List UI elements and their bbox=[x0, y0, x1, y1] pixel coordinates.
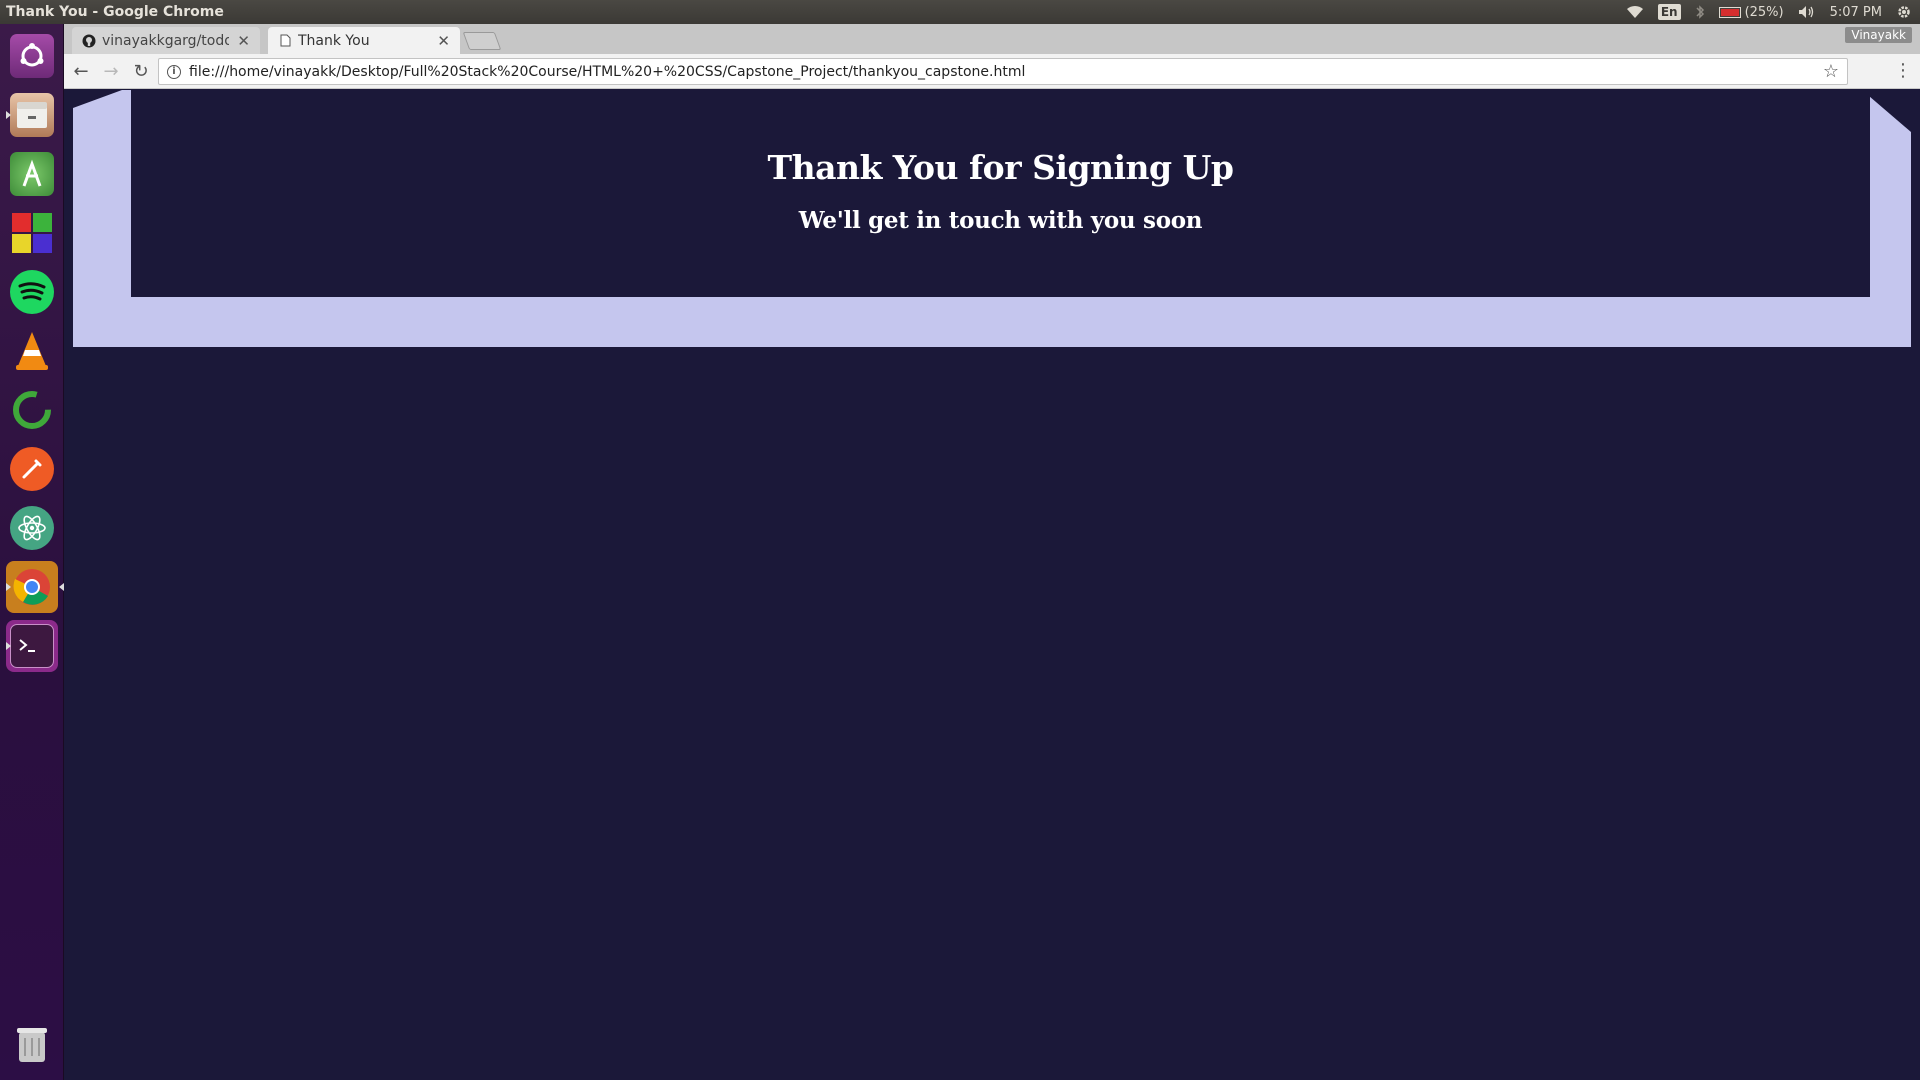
files-icon[interactable] bbox=[6, 89, 58, 141]
bluetooth-icon[interactable] bbox=[1695, 5, 1705, 19]
close-tab-icon[interactable]: ✕ bbox=[437, 32, 450, 50]
keyboard-language-indicator[interactable]: En bbox=[1657, 4, 1681, 20]
system-tray: En (25%) 5:07 PM bbox=[1626, 4, 1920, 20]
tab-label: Thank You bbox=[298, 32, 370, 49]
settings-gear-icon[interactable] bbox=[1896, 4, 1912, 20]
back-arrow-icon[interactable]: ← bbox=[68, 58, 94, 84]
bookmark-star-icon[interactable]: ☆ bbox=[1823, 61, 1839, 82]
tab-thank-you[interactable]: Thank You ✕ bbox=[268, 27, 460, 54]
vlc-icon[interactable] bbox=[6, 325, 58, 377]
address-bar[interactable]: i file:///home/vinayakk/Desktop/Full%20S… bbox=[158, 58, 1848, 85]
close-tab-icon[interactable]: ✕ bbox=[237, 32, 250, 50]
battery-indicator[interactable]: (25%) bbox=[1718, 4, 1784, 20]
page-subtitle: We'll get in touch with you soon bbox=[798, 207, 1203, 234]
page-icon bbox=[278, 34, 292, 48]
postman-icon[interactable] bbox=[6, 443, 58, 495]
ubuntu-dash-icon[interactable] bbox=[6, 30, 58, 82]
tab-github[interactable]: vinayakkgarg/todo ✕ bbox=[72, 27, 260, 54]
browser-toolbar: ← → ↻ i file:///home/vinayakk/Desktop/Fu… bbox=[64, 54, 1920, 89]
wifi-icon[interactable] bbox=[1626, 5, 1644, 19]
banner-frame: Thank You for Signing Up We'll get in to… bbox=[73, 90, 1911, 347]
page-content: Thank You for Signing Up We'll get in to… bbox=[64, 90, 1920, 1080]
atom-icon[interactable] bbox=[6, 502, 58, 554]
terminal-icon[interactable] bbox=[6, 620, 58, 672]
window-title: Thank You - Google Chrome bbox=[6, 4, 224, 20]
spotify-icon[interactable] bbox=[6, 266, 58, 318]
volume-icon[interactable] bbox=[1798, 5, 1816, 19]
info-icon[interactable]: i bbox=[167, 64, 181, 79]
language-label: En bbox=[1657, 4, 1681, 20]
unity-launcher bbox=[0, 24, 64, 1080]
chrome-icon[interactable] bbox=[6, 561, 64, 613]
banner-corner-left bbox=[73, 90, 122, 108]
battery-percent: (25%) bbox=[1744, 4, 1784, 20]
profile-button[interactable]: Vinayakk bbox=[1845, 27, 1912, 43]
battery-icon bbox=[1718, 6, 1741, 18]
github-icon bbox=[82, 34, 96, 48]
url-text[interactable]: file:///home/vinayakk/Desktop/Full%20Sta… bbox=[189, 64, 1025, 80]
new-tab-button[interactable] bbox=[462, 32, 502, 50]
clock[interactable]: 5:07 PM bbox=[1830, 5, 1882, 20]
banner-panel: Thank You for Signing Up We'll get in to… bbox=[131, 90, 1870, 297]
tab-label: vinayakkgarg/todo bbox=[102, 32, 230, 49]
tab-strip: vinayakkgarg/todo ✕ Thank You ✕ Vinayakk bbox=[64, 24, 1920, 54]
forward-arrow-icon[interactable]: → bbox=[98, 58, 124, 84]
page-title: Thank You for Signing Up bbox=[767, 148, 1234, 187]
reload-icon[interactable]: ↻ bbox=[128, 58, 154, 84]
system-top-panel: Thank You - Google Chrome En (25%) 5:07 … bbox=[0, 0, 1920, 24]
windows-vm-icon[interactable] bbox=[6, 207, 58, 259]
android-studio-icon[interactable] bbox=[6, 148, 58, 200]
menu-dots-icon[interactable]: ⋮ bbox=[1894, 60, 1912, 81]
trash-icon[interactable] bbox=[6, 1018, 58, 1070]
software-updater-icon[interactable] bbox=[6, 384, 58, 436]
